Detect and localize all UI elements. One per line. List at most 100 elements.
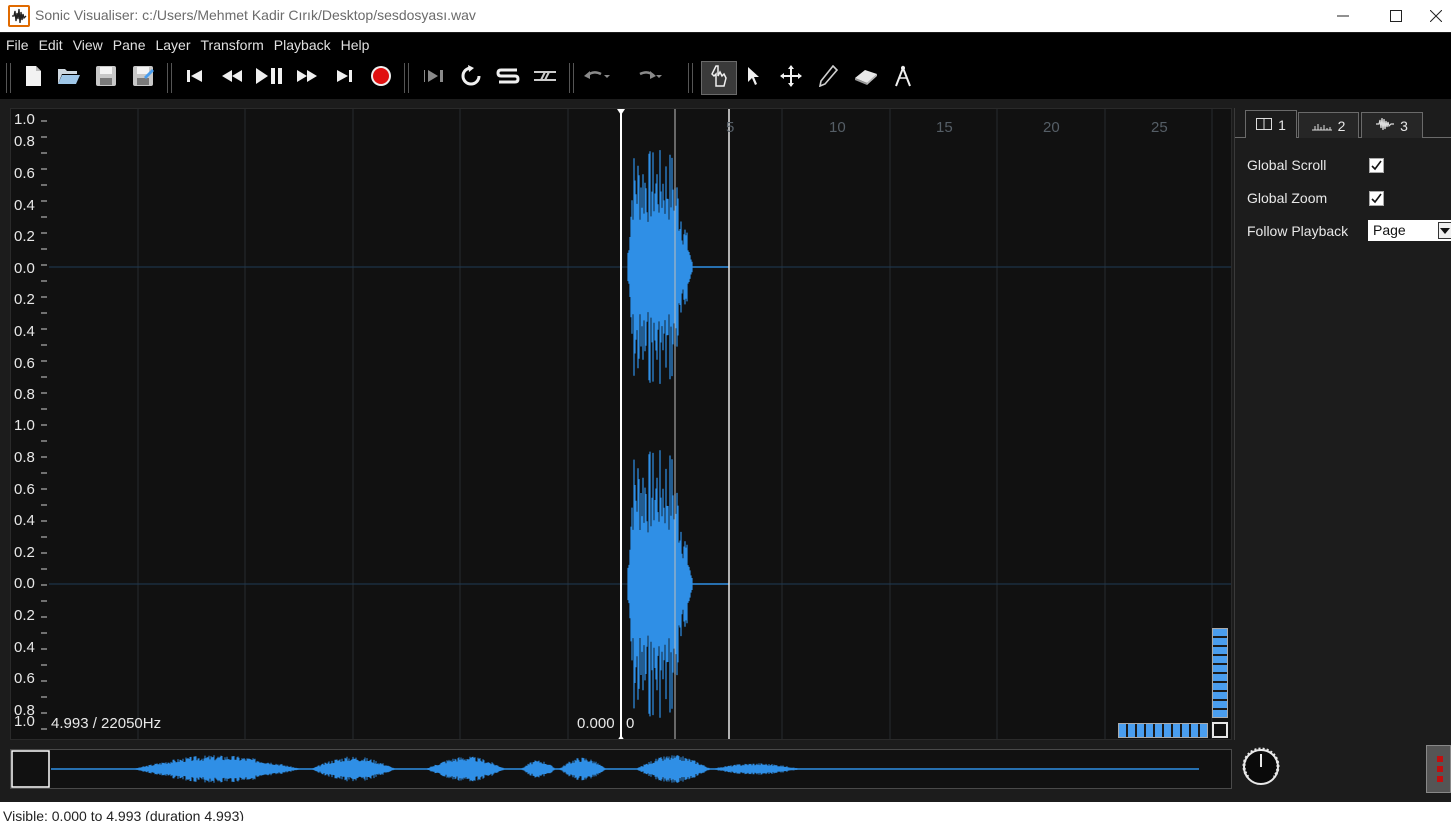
rewind-start-button[interactable]: [181, 64, 209, 92]
vertical-zoom-slider[interactable]: [1212, 628, 1228, 718]
amplitude-scale: 1.0 0.8 0.6 0.4 0.2 0.0 0.2 0.4 0.6 0.8 1.0 0.8 0.6 0…: [11, 109, 49, 739]
overview-waveform-segment: [521, 760, 556, 778]
new-file-button[interactable]: [19, 64, 47, 92]
overview-waveform[interactable]: [11, 750, 1231, 788]
solo-button[interactable]: [494, 64, 522, 92]
fast-forward-button[interactable]: [293, 64, 321, 92]
ruler-tick-label: 10: [829, 119, 846, 136]
save-button[interactable]: [92, 64, 120, 92]
measure-tool-button[interactable]: [889, 64, 917, 92]
measure-tool-icon: [893, 64, 913, 92]
record-icon: [370, 65, 392, 92]
scale-tick-label: 0.0: [14, 575, 35, 592]
toolbar-separator: [688, 63, 693, 93]
overview-waveform-segment: [559, 757, 606, 781]
global-zoom-checkbox[interactable]: [1369, 191, 1384, 206]
erase-tool-button[interactable]: [852, 64, 880, 92]
duration-samplerate-label: 4.993 / 22050Hz: [51, 715, 162, 732]
window-title: Sonic Visualiser: c:/Users/Mehmet Kadir …: [35, 7, 476, 23]
overview-waveform-segment: [636, 755, 711, 783]
play-selection-button[interactable]: [420, 64, 448, 92]
volume-knob[interactable]: [1238, 744, 1284, 790]
align-icon: [533, 68, 557, 89]
erase-tool-icon: [853, 66, 879, 91]
maximize-button[interactable]: [1373, 0, 1419, 32]
global-zoom-label: Global Zoom: [1247, 190, 1328, 206]
follow-playback-select[interactable]: Page: [1368, 220, 1451, 241]
save-as-button[interactable]: [129, 64, 157, 92]
tab-pane-1[interactable]: 1: [1245, 110, 1297, 138]
channel-2-waveform: [627, 450, 693, 718]
open-file-button[interactable]: [55, 64, 83, 92]
menu-layer[interactable]: Layer: [155, 37, 190, 53]
chevron-down-icon[interactable]: [1438, 222, 1451, 239]
menu-view[interactable]: View: [73, 37, 103, 53]
menu-help[interactable]: Help: [341, 37, 370, 53]
move-tool-icon: [780, 64, 802, 92]
app-logo-icon: [8, 5, 30, 27]
scale-tick-label: 0.2: [14, 607, 35, 624]
redo-button[interactable]: [634, 64, 662, 92]
rewind-start-icon: [185, 68, 205, 89]
fast-forward-end-button[interactable]: [330, 64, 358, 92]
menu-playback[interactable]: Playback: [274, 37, 331, 53]
toolbar: [0, 57, 1451, 99]
spectrum-tab-icon: [1311, 118, 1332, 134]
zoom-reset-button[interactable]: [1212, 722, 1228, 738]
play-pause-button[interactable]: [255, 64, 283, 92]
tab-label: 1: [1278, 116, 1286, 133]
select-tool-icon: [746, 66, 762, 91]
scale-tick-label: 0.8: [14, 133, 35, 150]
rewind-button[interactable]: [218, 64, 246, 92]
undo-button[interactable]: [583, 64, 611, 92]
tab-layer-2[interactable]: 2: [1298, 112, 1359, 138]
play-selection-icon: [423, 68, 445, 89]
menu-file[interactable]: File: [6, 37, 29, 53]
draw-tool-icon: [818, 64, 839, 92]
move-tool-button[interactable]: [777, 64, 805, 92]
meter-dot: [1437, 766, 1443, 772]
overview-pane[interactable]: [10, 749, 1232, 789]
level-meter: [1426, 745, 1451, 793]
align-button[interactable]: [531, 64, 559, 92]
save-icon: [95, 65, 117, 92]
record-button[interactable]: [367, 64, 395, 92]
navigate-tool-button[interactable]: [701, 61, 737, 95]
meter-dot: [1437, 756, 1443, 762]
waveform-canvas[interactable]: [11, 109, 1232, 740]
minimize-button[interactable]: [1320, 0, 1366, 32]
ruler-tick-label: 15: [936, 119, 953, 136]
rewind-icon: [221, 68, 243, 89]
pane-tab-icon: [1256, 117, 1273, 133]
loop-icon: [460, 64, 482, 92]
menu-transform[interactable]: Transform: [201, 37, 264, 53]
play-pause-icon: [255, 67, 283, 90]
toolbar-separator: [167, 63, 172, 93]
menu-pane[interactable]: Pane: [113, 37, 146, 53]
toolbar-separator: [6, 63, 11, 93]
horizontal-zoom-slider[interactable]: [1118, 723, 1208, 738]
close-button[interactable]: [1430, 0, 1451, 32]
scale-tick-label: 0.8: [14, 386, 35, 403]
playhead-top-marker: [617, 109, 625, 115]
scale-tick-label: 0.4: [14, 197, 35, 214]
scale-tick-label: 0.4: [14, 512, 35, 529]
waveform-pane[interactable]: 1.0 0.8 0.6 0.4 0.2 0.0 0.2 0.4 0.6 0.8 1.0 0.8 0.6 0…: [10, 108, 1232, 740]
scale-tick-label: 0.8: [14, 449, 35, 466]
scale-tick-label: 1.0: [14, 713, 35, 730]
global-scroll-checkbox[interactable]: [1369, 158, 1384, 173]
visible-range-status: Visible: 0.000 to 4.993 (duration 4.993): [3, 808, 245, 821]
scale-tick-label: 0.4: [14, 639, 35, 656]
waveform-tab-icon: [1376, 117, 1395, 134]
tab-layer-3[interactable]: 3: [1361, 112, 1423, 138]
loop-button[interactable]: [457, 64, 485, 92]
draw-tool-button[interactable]: [814, 64, 842, 92]
property-panel: 1 2 3 Global Scroll Global Zoom Follow P…: [1234, 108, 1451, 740]
toolbar-separator: [404, 63, 409, 93]
select-tool-button[interactable]: [740, 64, 768, 92]
scale-tick-label: 0.2: [14, 544, 35, 561]
redo-icon: [634, 68, 662, 89]
scale-tick-label: 0.2: [14, 291, 35, 308]
meter-dot: [1437, 776, 1443, 782]
menu-edit[interactable]: Edit: [39, 37, 63, 53]
